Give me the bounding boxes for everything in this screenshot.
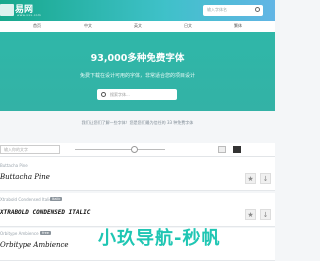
search-icon[interactable] xyxy=(255,7,260,12)
favorite-star-icon[interactable]: ★ xyxy=(245,209,256,220)
hero-search-placeholder: 搜索字体... xyxy=(110,92,130,97)
font-name[interactable]: Xtrabold Condensed Italic xyxy=(0,197,52,202)
watermark: 小玖导航-秒帆 xyxy=(98,228,221,249)
logo-mark-icon xyxy=(0,4,14,16)
nav-item-traditional[interactable]: 繁体 xyxy=(234,23,242,29)
font-size-slider[interactable] xyxy=(75,149,165,150)
nav-item-english[interactable]: 英文 xyxy=(134,23,142,29)
site-tagline: www.xxx.com xyxy=(17,13,42,17)
header-search-input[interactable]: 输入字体名 xyxy=(203,5,263,16)
font-card: Xtrabold Condensed Italic Italic XTRABOL… xyxy=(0,193,275,227)
font-name[interactable]: Buttacha Pine xyxy=(0,163,28,168)
font-preview: Buttacha Pine xyxy=(0,173,50,181)
top-bar: 易网 www.xxx.com 输入字体名 xyxy=(0,0,275,21)
toggle-box[interactable] xyxy=(218,146,226,153)
color-picker[interactable] xyxy=(233,146,241,153)
nav-item-home[interactable]: 首页 xyxy=(33,23,41,29)
font-card: Buttacha Pine Buttacha Pine ★ ↓ xyxy=(0,157,275,191)
download-icon[interactable]: ↓ xyxy=(260,209,271,220)
slider-handle[interactable] xyxy=(131,146,138,153)
hero-banner: 93,000多种免费字体 免费下载在设计可用的字体，非常适合您的项目设计 搜索字… xyxy=(0,32,275,111)
nav-item-japanese[interactable]: 日文 xyxy=(184,23,192,29)
font-preview: XTRABOLD CONDENSED ITALIC xyxy=(0,209,91,216)
search-icon xyxy=(101,92,106,97)
download-icon[interactable]: ↓ xyxy=(260,173,271,184)
font-preview: Orbitype Ambience xyxy=(0,241,69,249)
nav-item-chinese[interactable]: 中文 xyxy=(84,23,92,29)
hero-search-input[interactable]: 搜索字体... xyxy=(97,89,177,100)
preview-text-input[interactable]: 输入你的文字 xyxy=(0,145,60,154)
font-name[interactable]: Orbitype Ambience xyxy=(0,231,39,236)
header-search-placeholder: 输入字体名 xyxy=(207,7,227,12)
info-text: 我们让您们了解一些字体！您是您们最为信任的 33 种免费字体 xyxy=(81,120,194,125)
preview-toolbar: 输入你的文字 xyxy=(0,143,275,157)
font-badge: Italic xyxy=(50,197,63,201)
preview-placeholder: 输入你的文字 xyxy=(4,147,28,152)
hero-subtitle: 免费下载在设计可用的字体，非常适合您的项目设计 xyxy=(79,73,195,79)
font-badge: free xyxy=(40,231,51,235)
hero-title: 93,000多种免费字体 xyxy=(90,53,185,64)
site-logo[interactable]: 易网 www.xxx.com xyxy=(0,0,60,21)
favorite-star-icon[interactable]: ★ xyxy=(245,173,256,184)
